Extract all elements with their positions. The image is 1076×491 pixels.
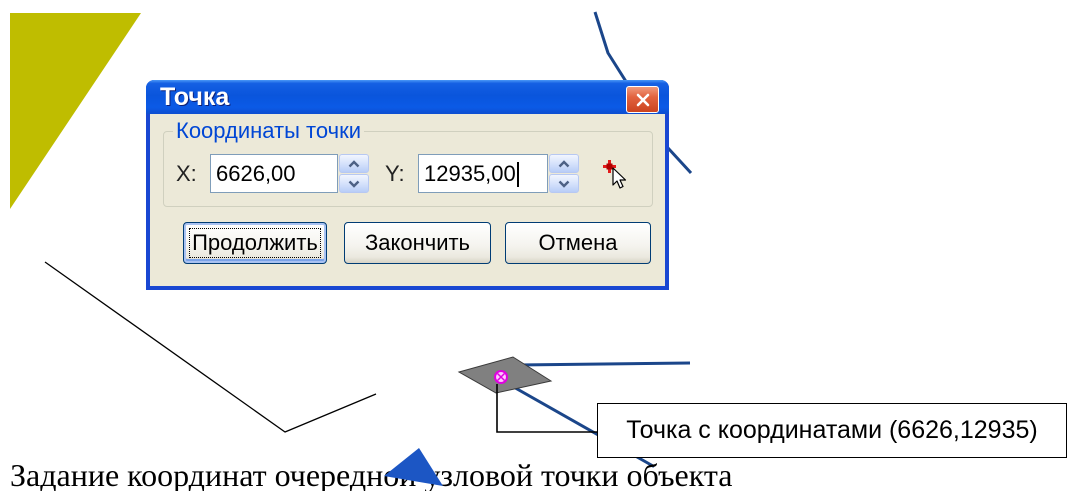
figure: Задание координат очередной узловой точк… (0, 0, 1076, 491)
map-overlay (384, 448, 443, 486)
blue-area-polygon (384, 448, 443, 486)
